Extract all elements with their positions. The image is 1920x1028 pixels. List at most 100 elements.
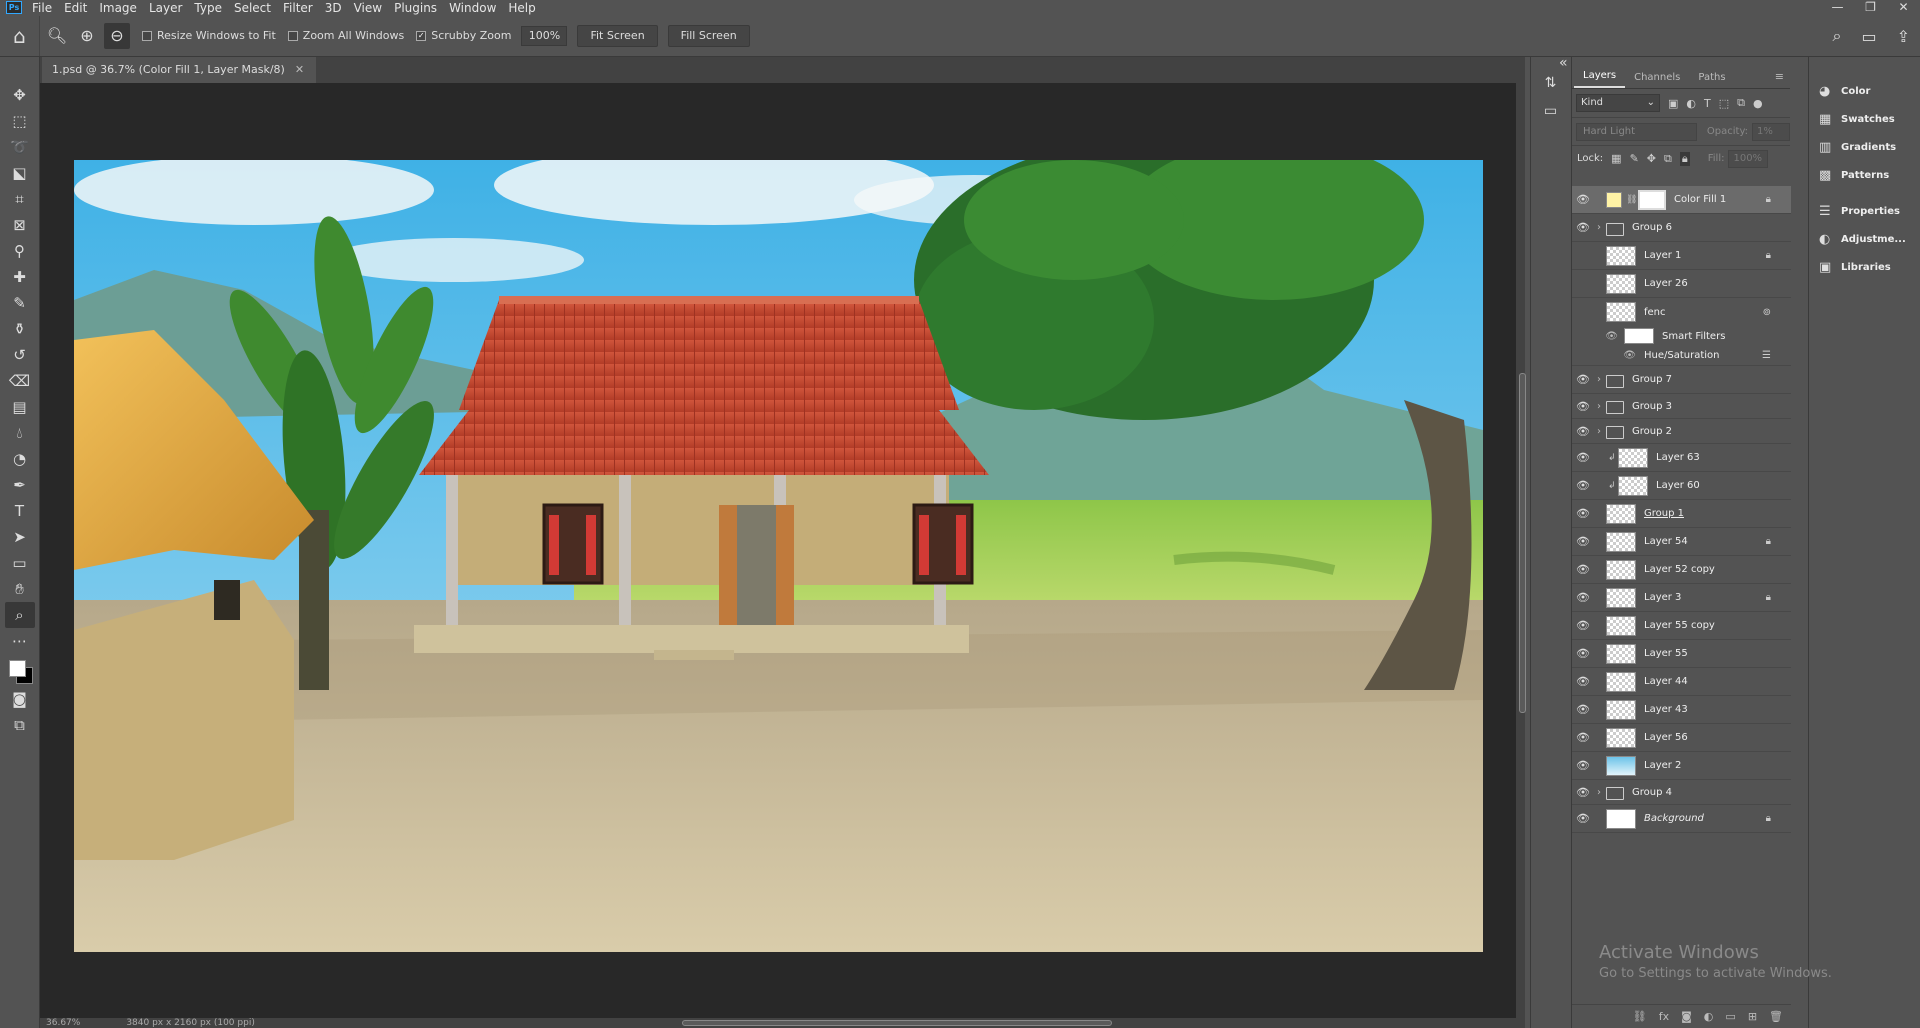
layer-row-fenc[interactable]: 👁︎ fenc ⊚ [1572, 298, 1791, 326]
visibility-eye-icon[interactable]: 👁︎ [1572, 703, 1594, 716]
visibility-eye-icon[interactable]: 👁︎ [1572, 400, 1594, 413]
visibility-eye-icon[interactable]: 👁︎ [1572, 591, 1594, 604]
expand-chevron-icon[interactable]: › [1594, 222, 1604, 233]
layer-row-color-fill-1[interactable]: 👁︎ ⛓ Color Fill 1 🔒︎ [1572, 186, 1791, 214]
layer-row-layer-43[interactable]: 👁︎ Layer 43 [1572, 696, 1791, 724]
expand-chevron-icon[interactable]: › [1594, 787, 1604, 798]
layer-row-layer-1[interactable]: 👁︎ Layer 1 🔒︎ [1572, 242, 1791, 270]
opacity-input[interactable]: 1% [1752, 122, 1790, 141]
filter-toggle-icon[interactable]: ● [1753, 97, 1763, 110]
dock-properties[interactable]: ☰ Properties [1809, 197, 1920, 225]
visibility-eye-icon[interactable]: 👁︎ [1572, 675, 1594, 688]
expand-chevron-icon[interactable]: › [1594, 401, 1604, 412]
dock-patterns[interactable]: ▩ Patterns [1809, 161, 1920, 189]
layer-row-layer-52-copy[interactable]: 👁︎ Layer 52 copy [1572, 556, 1791, 584]
horizontal-scroll-thumb[interactable] [682, 1020, 1112, 1026]
layer-mask-thumbnail[interactable] [1638, 189, 1666, 210]
history-brush-tool-icon[interactable]: ↺ [5, 342, 35, 368]
new-layer-icon[interactable]: ⊞ [1748, 1010, 1757, 1023]
tab-paths[interactable]: Paths [1689, 72, 1734, 88]
workspace-icon[interactable]: ▭ [1861, 27, 1876, 46]
visibility-eye-icon[interactable]: 👁︎ [1572, 812, 1594, 825]
menu-type[interactable]: Type [194, 1, 222, 15]
visibility-eye-icon[interactable]: 👁︎ [1572, 535, 1594, 548]
clone-stamp-tool-icon[interactable]: ⚱ [5, 316, 35, 342]
menu-select[interactable]: Select [234, 1, 271, 15]
lock-image-icon[interactable]: ✎ [1630, 152, 1639, 165]
dock-swatches[interactable]: ▦ Swatches [1809, 105, 1920, 133]
filter-options-icon[interactable]: ☰ [1762, 350, 1771, 361]
comments-icon[interactable]: ▭ [1544, 103, 1557, 119]
color-swatches[interactable] [5, 654, 35, 686]
link-icon[interactable]: ⛓ [1626, 195, 1637, 205]
layer-row-layer-2[interactable]: 👁︎ Layer 2 [1572, 752, 1791, 780]
delete-layer-icon[interactable]: 🗑︎ [1769, 1010, 1783, 1023]
pen-tool-icon[interactable]: ✒ [5, 472, 35, 498]
lock-transparent-icon[interactable]: ▦ [1611, 152, 1621, 165]
zoom-100-button[interactable]: 100% [521, 25, 568, 46]
tab-channels[interactable]: Channels [1625, 72, 1689, 88]
layer-row-group-7[interactable]: 👁︎ › Group 7 [1572, 366, 1791, 394]
share-icon[interactable]: ⇪ [1897, 27, 1910, 46]
visibility-eye-icon[interactable]: 👁︎ [1572, 331, 1618, 342]
close-button[interactable]: ✕ [1887, 0, 1920, 14]
status-zoom[interactable]: 36.67% [46, 1018, 80, 1028]
layer-row-layer-54[interactable]: 👁︎ Layer 54 🔒︎ [1572, 528, 1791, 556]
home-icon[interactable]: ⌂ [0, 15, 40, 56]
document-tab[interactable]: 1.psd @ 36.7% (Color Fill 1, Layer Mask/… [42, 57, 317, 83]
rectangle-tool-icon[interactable]: ▭ [5, 550, 35, 576]
expand-chevron-icon[interactable]: › [1594, 426, 1604, 437]
collapse-left-icon[interactable]: « [1559, 55, 1568, 71]
minimize-button[interactable]: — [1821, 0, 1854, 14]
link-layers-icon[interactable]: ⛓ [1633, 1010, 1647, 1023]
zoom-out-icon[interactable]: ⊖ [104, 22, 130, 49]
visibility-off-icon[interactable]: 👁︎ [1572, 277, 1594, 290]
visibility-off-icon[interactable]: 👁︎ [1572, 306, 1594, 319]
move-tool-icon[interactable]: ✥ [5, 82, 35, 108]
zoom-tool-icon[interactable]: ⌕ [4, 602, 35, 628]
visibility-eye-icon[interactable]: 👁︎ [1572, 759, 1594, 772]
menu-view[interactable]: View [354, 1, 382, 15]
visibility-eye-icon[interactable]: 👁︎ [1572, 563, 1594, 576]
lock-position-icon[interactable]: ✥ [1647, 152, 1656, 165]
new-adjustment-icon[interactable]: ◐ [1704, 1010, 1714, 1023]
gradient-tool-icon[interactable]: ▤ [5, 394, 35, 420]
path-selection-tool-icon[interactable]: ➤ [5, 524, 35, 550]
visibility-eye-icon[interactable]: 👁︎ [1572, 425, 1594, 438]
dock-adjustments[interactable]: ◐ Adjustme... [1809, 225, 1920, 253]
visibility-eye-icon[interactable]: 👁︎ [1572, 647, 1594, 660]
layer-row-layer-56[interactable]: 👁︎ Layer 56 [1572, 724, 1791, 752]
healing-brush-tool-icon[interactable]: ✚ [5, 264, 35, 290]
add-mask-icon[interactable]: ◙ [1681, 1010, 1692, 1023]
dock-libraries[interactable]: ▣ Libraries [1809, 253, 1920, 281]
artwork-canvas[interactable] [74, 160, 1483, 952]
eyedropper-tool-icon[interactable]: ⚲ [5, 238, 35, 264]
brush-tool-icon[interactable]: ✎ [5, 290, 35, 316]
expand-chevron-icon[interactable]: › [1594, 374, 1604, 385]
visibility-eye-icon[interactable]: 👁︎ [1572, 193, 1594, 206]
zoom-tool-preset-icon[interactable]: 🔍︎ [44, 23, 70, 49]
filter-shape-icon[interactable]: ⬚ [1719, 97, 1729, 110]
quick-mask-icon[interactable]: ◙ [5, 686, 35, 712]
blend-mode-select[interactable]: Hard Light [1576, 122, 1697, 141]
menu-layer[interactable]: Layer [149, 1, 182, 15]
history-icon[interactable]: ⇅ [1545, 75, 1557, 91]
layer-row-background[interactable]: 👁︎ Background 🔒︎ [1572, 805, 1791, 833]
menu-plugins[interactable]: Plugins [394, 1, 437, 15]
smart-filters-row[interactable]: 👁︎ Smart Filters [1572, 326, 1791, 346]
hand-tool-icon[interactable]: ✋︎ [5, 576, 35, 602]
smart-filter-icon[interactable]: ⊚ [1763, 307, 1771, 318]
layer-row-group-6[interactable]: 👁︎ › Group 6 [1572, 214, 1791, 242]
visibility-eye-icon[interactable]: 👁︎ [1572, 619, 1594, 632]
fill-input[interactable]: 100% [1728, 149, 1769, 168]
layer-row-layer-3[interactable]: 👁︎ Layer 3 🔒︎ [1572, 584, 1791, 612]
lasso-tool-icon[interactable]: ➰ [5, 134, 35, 160]
restore-button[interactable]: ❐ [1854, 0, 1887, 14]
layer-row-group-1[interactable]: 👁︎ Group 1 [1572, 500, 1791, 528]
visibility-eye-icon[interactable]: 👁︎ [1572, 350, 1636, 361]
menu-edit[interactable]: Edit [64, 1, 87, 15]
zoom-in-icon[interactable]: ⊕ [74, 23, 100, 49]
menu-image[interactable]: Image [99, 1, 137, 15]
menu-file[interactable]: File [32, 1, 52, 15]
blur-tool-icon[interactable]: 💧︎ [5, 420, 35, 446]
